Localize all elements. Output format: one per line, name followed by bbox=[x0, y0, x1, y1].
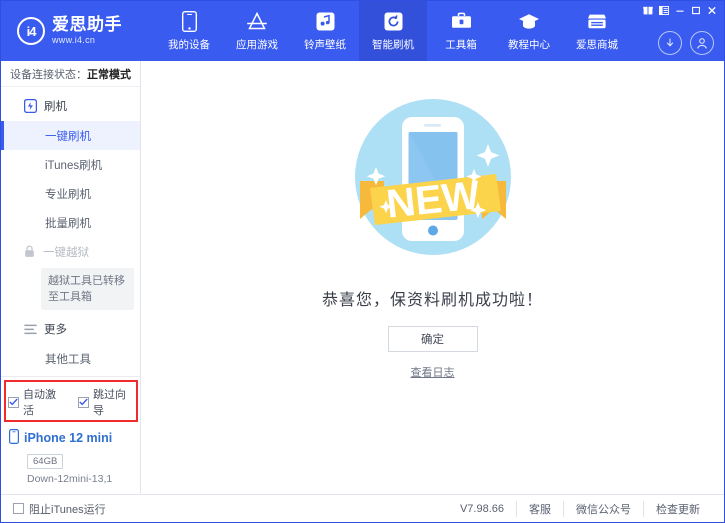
phone-icon bbox=[178, 11, 200, 33]
nav-item-ringtone-wallpaper[interactable]: 铃声壁纸 bbox=[291, 1, 359, 61]
download-button[interactable] bbox=[658, 31, 682, 55]
nav-item-apps-games[interactable]: 应用游戏 bbox=[223, 1, 291, 61]
nav-label: 爱思商城 bbox=[576, 37, 618, 52]
sidebar-options: 自动激活 跳过向导 bbox=[1, 376, 140, 422]
logo-mark-text: i4 bbox=[27, 24, 36, 39]
block-itunes-option[interactable]: 阻止iTunes运行 bbox=[13, 501, 106, 517]
main-nav: 我的设备 应用游戏 铃声壁纸 智能刷机 bbox=[141, 1, 724, 61]
sidebar-group-label: 更多 bbox=[44, 321, 67, 337]
jailbreak-tooltip: 越狱工具已转移至工具箱 bbox=[41, 268, 134, 310]
minimize-icon[interactable] bbox=[673, 4, 686, 16]
refresh-icon bbox=[382, 11, 404, 33]
brand-url: www.i4.cn bbox=[52, 34, 122, 46]
flash-icon bbox=[23, 99, 37, 113]
device-capacity: 64GB bbox=[27, 454, 63, 469]
sidebar-item-label: 专业刷机 bbox=[45, 186, 91, 202]
list-icon bbox=[23, 322, 37, 336]
checkbox-checked-icon[interactable] bbox=[78, 397, 89, 408]
nav-item-tutorial-center[interactable]: 教程中心 bbox=[495, 1, 563, 61]
sidebar-menu: 刷机 一键刷机 iTunes刷机 专业刷机 批量刷机 bbox=[1, 87, 140, 376]
footer-link-support[interactable]: 客服 bbox=[516, 501, 563, 517]
confirm-button[interactable]: 确定 bbox=[388, 326, 478, 352]
nav-label: 我的设备 bbox=[168, 37, 210, 52]
status-bar: 阻止iTunes运行 V7.98.66 客服 微信公众号 检查更新 bbox=[1, 494, 724, 522]
footer-links: V7.98.66 客服 微信公众号 检查更新 bbox=[448, 501, 712, 517]
nav-label: 工具箱 bbox=[445, 37, 477, 52]
nav-item-store[interactable]: 爱思商城 bbox=[563, 1, 631, 61]
music-icon bbox=[314, 11, 336, 33]
sidebar-group-more: 更多 bbox=[1, 314, 140, 344]
sidebar-item-label: 其他工具 bbox=[45, 351, 91, 367]
app-body: 设备连接状态：正常模式 刷机 一键刷机 iTunes刷机 专业刷机 bbox=[1, 61, 724, 494]
sidebar-group-flash: 刷机 bbox=[1, 91, 140, 121]
view-log-link[interactable]: 查看日志 bbox=[411, 364, 455, 380]
app-version: V7.98.66 bbox=[448, 503, 516, 515]
sidebar-item-label: 一键刷机 bbox=[45, 128, 91, 144]
account-button[interactable] bbox=[690, 31, 714, 55]
checkbox-checked-icon[interactable] bbox=[8, 397, 19, 408]
toolbox-icon bbox=[450, 11, 472, 33]
brand-name: 爱思助手 bbox=[52, 16, 122, 34]
menu-icon[interactable] bbox=[657, 4, 670, 16]
sidebar-item-pro-flash[interactable]: 专业刷机 bbox=[1, 179, 140, 208]
sidebar-item-label: iTunes刷机 bbox=[45, 157, 102, 173]
connection-status-label: 设备连接状态： bbox=[10, 66, 87, 82]
checkbox-unchecked-icon[interactable] bbox=[13, 503, 24, 514]
sidebar-group-label: 刷机 bbox=[44, 98, 67, 114]
nav-label: 教程中心 bbox=[508, 37, 550, 52]
close-icon[interactable] bbox=[705, 4, 718, 16]
nav-label: 铃声壁纸 bbox=[304, 37, 346, 52]
option-skip-wizard[interactable]: 跳过向导 bbox=[78, 386, 134, 418]
connection-status-value: 正常模式 bbox=[87, 66, 131, 82]
apps-icon bbox=[246, 11, 268, 33]
option-label: 自动激活 bbox=[23, 386, 64, 418]
nav-label: 智能刷机 bbox=[372, 37, 414, 52]
main-content: NEW 恭喜您，保资料刷机成功啦！ 确定 查看日志 bbox=[141, 61, 724, 494]
phone-small-icon bbox=[9, 429, 19, 447]
app-window: i4 爱思助手 www.i4.cn 我的设备 应用游戏 bbox=[0, 0, 725, 523]
sidebar: 设备连接状态：正常模式 刷机 一键刷机 iTunes刷机 专业刷机 bbox=[1, 61, 141, 494]
connection-status: 设备连接状态：正常模式 bbox=[1, 61, 140, 87]
sidebar-item-one-key-jailbreak: 一键越狱 bbox=[1, 237, 140, 266]
footer-link-check-update[interactable]: 检查更新 bbox=[643, 501, 712, 517]
device-name: iPhone 12 mini bbox=[24, 431, 112, 445]
footer-link-wechat[interactable]: 微信公众号 bbox=[563, 501, 643, 517]
option-label: 跳过向导 bbox=[93, 386, 134, 418]
block-itunes-label: 阻止iTunes运行 bbox=[29, 501, 106, 517]
sidebar-item-label: 批量刷机 bbox=[45, 215, 91, 231]
gift-icon[interactable] bbox=[641, 4, 654, 16]
new-phone-badge-illustration: NEW bbox=[338, 89, 528, 274]
lock-icon bbox=[23, 245, 36, 259]
maximize-icon[interactable] bbox=[689, 4, 702, 16]
sidebar-item-itunes-flash[interactable]: iTunes刷机 bbox=[1, 150, 140, 179]
sidebar-item-one-key-flash[interactable]: 一键刷机 bbox=[1, 121, 140, 150]
connected-device[interactable]: iPhone 12 mini 64GB Down-12mini-13,1 bbox=[1, 422, 140, 494]
device-model: Down-12mini-13,1 bbox=[27, 473, 140, 485]
brand-logo: i4 爱思助手 www.i4.cn bbox=[1, 1, 141, 61]
header-actions bbox=[658, 31, 714, 55]
sidebar-item-batch-flash[interactable]: 批量刷机 bbox=[1, 208, 140, 237]
nav-item-my-device[interactable]: 我的设备 bbox=[155, 1, 223, 61]
success-message: 恭喜您，保资料刷机成功啦！ bbox=[322, 286, 543, 310]
option-auto-activate[interactable]: 自动激活 bbox=[8, 386, 64, 418]
nav-item-toolbox[interactable]: 工具箱 bbox=[427, 1, 495, 61]
app-header: i4 爱思助手 www.i4.cn 我的设备 应用游戏 bbox=[1, 1, 724, 61]
store-icon bbox=[586, 11, 608, 33]
graduation-icon bbox=[518, 11, 540, 33]
window-controls bbox=[641, 4, 718, 16]
nav-label: 应用游戏 bbox=[236, 37, 278, 52]
logo-mark-icon: i4 bbox=[17, 17, 45, 45]
sidebar-item-label: 一键越狱 bbox=[43, 244, 89, 260]
nav-item-smart-flash[interactable]: 智能刷机 bbox=[359, 1, 427, 61]
sidebar-item-other-tools[interactable]: 其他工具 bbox=[1, 344, 140, 373]
